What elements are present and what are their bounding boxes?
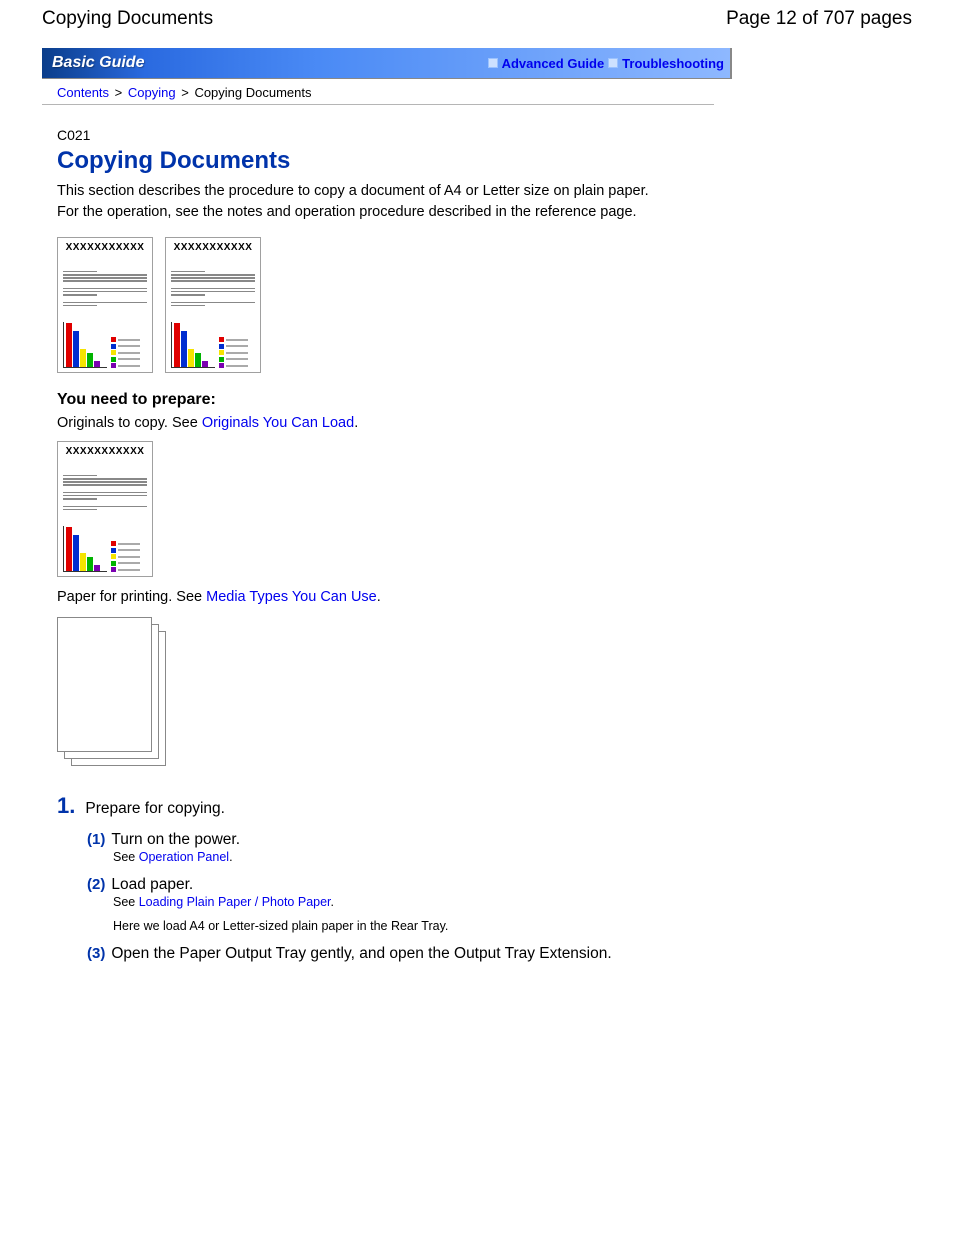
dot: . [354, 415, 358, 431]
thumb-legend [111, 337, 140, 368]
substep-see: See Operation Panel. [113, 850, 912, 864]
basic-guide-label: Basic Guide [52, 54, 144, 72]
see-prefix: See [113, 850, 139, 864]
document-thumb-single: XXXXXXXXXXX [57, 441, 153, 577]
substep-number: (1) [87, 831, 105, 848]
substep-see: See Loading Plain Paper / Photo Paper. [113, 895, 912, 909]
document-thumb: XXXXXXXXXXX [57, 237, 153, 373]
thumb-title: XXXXXXXXXXX [171, 242, 255, 253]
thumb-title: XXXXXXXXXXX [63, 446, 147, 457]
thumb-title: XXXXXXXXXXX [63, 242, 147, 253]
dot: . [377, 589, 381, 605]
substep-2: (2) Load paper. See Loading Plain Paper … [87, 876, 912, 933]
substep-text: Turn on the power. [111, 831, 240, 849]
substep-number: (2) [87, 876, 105, 893]
breadcrumb-copying[interactable]: Copying [128, 85, 176, 100]
main-heading: Copying Documents [57, 147, 912, 175]
advanced-guide-link[interactable]: Advanced Guide [502, 56, 605, 71]
paper-stack-icon [57, 617, 167, 767]
thumb-text-lines [63, 271, 147, 306]
intro-line2: For the operation, see the notes and ope… [57, 204, 637, 220]
intro-paragraph: This section describes the procedure to … [57, 181, 912, 223]
paper-sheet-icon [57, 617, 152, 752]
breadcrumb: Contents > Copying > Copying Documents [42, 81, 714, 105]
see-prefix: See [113, 895, 139, 909]
loading-paper-link[interactable]: Loading Plain Paper / Photo Paper [139, 895, 331, 909]
dot: . [229, 850, 232, 864]
square-icon [608, 58, 618, 68]
substep-note: Here we load A4 or Letter-sized plain pa… [113, 919, 912, 933]
prepare-heading: You need to prepare: [57, 391, 912, 409]
thumb-bars [63, 322, 107, 368]
substep-3: (3) Open the Paper Output Tray gently, a… [87, 945, 912, 963]
step-1: 1. Prepare for copying. [57, 793, 912, 819]
substep-text: Open the Paper Output Tray gently, and o… [111, 945, 611, 963]
operation-panel-link[interactable]: Operation Panel [139, 850, 229, 864]
thumb-legend [111, 541, 140, 572]
media-types-link[interactable]: Media Types You Can Use [206, 589, 377, 605]
substep-text: Load paper. [111, 876, 193, 894]
breadcrumb-separator: > [115, 85, 123, 100]
thumb-chart [63, 322, 147, 368]
paper-line: Paper for printing. See Media Types You … [57, 589, 912, 605]
guide-banner: Basic Guide Advanced Guide Troubleshooti… [42, 48, 732, 79]
originals-prefix: Originals to copy. See [57, 415, 202, 431]
thumb-text-lines [171, 271, 255, 306]
thumb-legend [219, 337, 248, 368]
square-icon [488, 58, 498, 68]
originals-line: Originals to copy. See Originals You Can… [57, 415, 912, 431]
thumb-chart [63, 526, 147, 572]
thumb-text-lines [63, 475, 147, 510]
thumb-bars [171, 322, 215, 368]
thumb-chart [171, 322, 255, 368]
page-title: Copying Documents [42, 8, 213, 30]
step-number: 1. [57, 793, 75, 819]
page-indicator: Page 12 of 707 pages [726, 8, 912, 30]
thumb-bars [63, 526, 107, 572]
document-thumbnails: XXXXXXXXXXX [57, 237, 912, 373]
breadcrumb-separator: > [181, 85, 189, 100]
paper-prefix: Paper for printing. See [57, 589, 206, 605]
substep-1: (1) Turn on the power. See Operation Pan… [87, 831, 912, 864]
banner-links: Advanced Guide Troubleshooting [488, 56, 724, 71]
topic-code: C021 [57, 127, 912, 143]
troubleshooting-link[interactable]: Troubleshooting [622, 56, 724, 71]
originals-link[interactable]: Originals You Can Load [202, 415, 354, 431]
substep-number: (3) [87, 945, 105, 962]
intro-line1: This section describes the procedure to … [57, 183, 649, 199]
breadcrumb-current: Copying Documents [194, 85, 311, 100]
page-header: Copying Documents Page 12 of 707 pages [42, 8, 912, 30]
breadcrumb-contents[interactable]: Contents [57, 85, 109, 100]
document-thumb: XXXXXXXXXXX [165, 237, 261, 373]
dot: . [331, 895, 334, 909]
step-text: Prepare for copying. [85, 800, 225, 818]
steps-section: 1. Prepare for copying. (1) Turn on the … [57, 793, 912, 963]
